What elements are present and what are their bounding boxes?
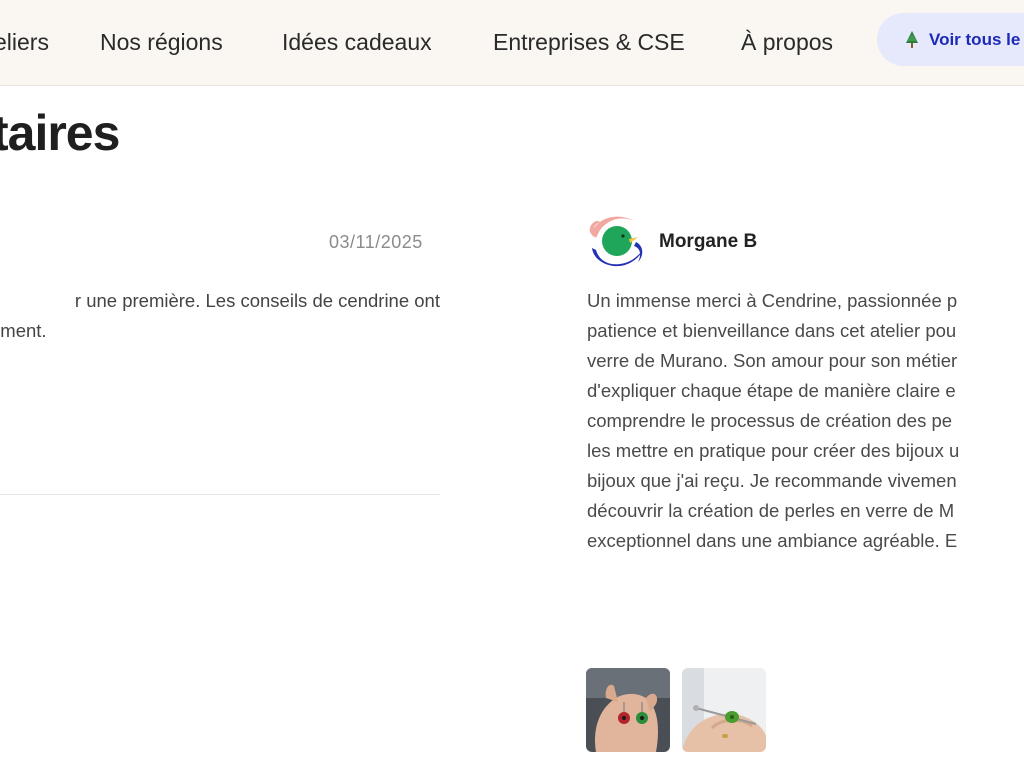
review-photo-thumbnail[interactable] — [586, 668, 670, 752]
review-text-line: bijoux que j'ai reçu. Je recommande vive… — [587, 470, 957, 491]
review-text-line: exceptionnel dans une ambiance agréable.… — [587, 530, 958, 551]
review-date: 03/11/2025 — [329, 232, 423, 252]
nav-link-idees-cadeaux[interactable]: Idées cadeaux — [282, 29, 432, 56]
avatar — [586, 212, 646, 272]
nav-link-a-propos[interactable]: À propos — [741, 29, 833, 56]
review-text: r une première. Les conseils de cendrine… — [0, 286, 440, 346]
review-text-line: Un immense merci à Cendrine, passionnée … — [587, 290, 958, 311]
voir-tous-button[interactable]: Voir tous le — [877, 13, 1024, 66]
voir-tous-label: Voir tous le — [929, 29, 1021, 49]
nav-link-regions[interactable]: Nos régions — [100, 29, 223, 56]
review-text-line: d'expliquer chaque étape de manière clai… — [587, 380, 956, 401]
review-text: Un immense merci à Cendrine, passionnée … — [587, 286, 1024, 556]
review-text-line: les mettre en pratique pour créer des bi… — [587, 440, 960, 461]
nav-link-ateliers[interactable]: eliers — [0, 29, 49, 56]
review-photo-thumbnail[interactable] — [682, 668, 766, 752]
review-text-line: découvrir la création de perles en verre… — [587, 500, 955, 521]
review-text-line: verre de Murano. Son amour pour son méti… — [587, 350, 958, 371]
review-text-line: comprendre le processus de création des … — [587, 410, 953, 431]
christmas-tree-icon — [905, 30, 919, 49]
review-text-line: oment. — [0, 320, 47, 341]
review-text-line: r une première. Les conseils de cendrine… — [74, 290, 440, 311]
nav-link-entreprises[interactable]: Entreprises & CSE — [493, 29, 685, 56]
review-divider — [0, 494, 440, 495]
review-text-line: patience et bienveillance dans cet ateli… — [587, 320, 957, 341]
page-title: taires — [0, 105, 120, 161]
review-author: Morgane B — [659, 231, 758, 252]
top-navigation: eliers Nos régions Idées cadeaux Entrepr… — [0, 0, 1024, 86]
